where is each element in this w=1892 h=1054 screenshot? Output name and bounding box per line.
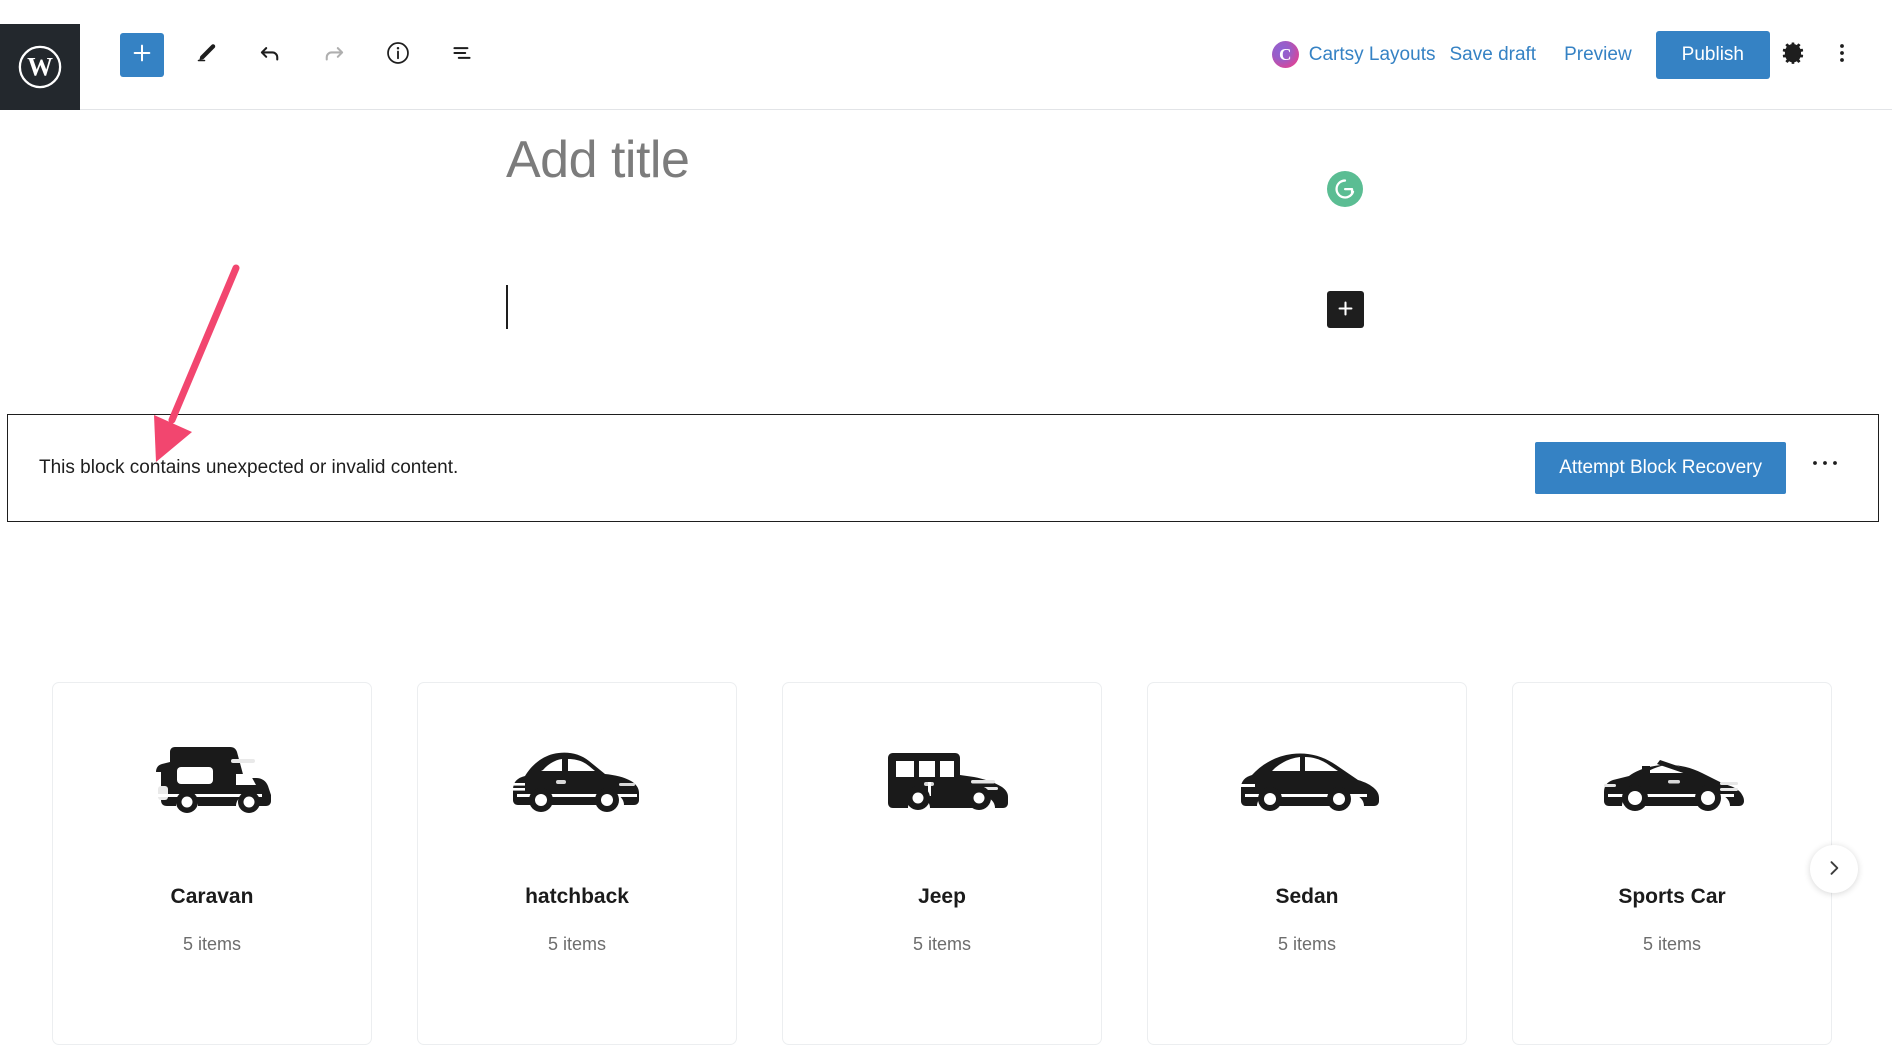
category-card-caravan[interactable]: Caravan 5 items [52,682,372,1045]
jeep-suv-icon [783,683,1101,879]
category-item-count: 5 items [1642,934,1702,954]
more-options-button[interactable] [1818,31,1866,79]
category-name: Sedan [1275,885,1339,908]
header-actions: C Cartsy Layouts Save draft Preview Publ… [1271,30,1892,79]
category-card-jeep[interactable]: Jeep 5 items [782,682,1102,1045]
redo-button[interactable] [312,33,356,77]
cartsy-logo-icon: C [1271,41,1299,68]
category-name: Sports Car [1618,885,1726,908]
post-title-input[interactable]: Add title [506,130,690,190]
hatchback-car-icon [418,683,736,879]
category-name: Caravan [170,885,254,908]
kebab-menu-icon [1831,40,1853,69]
category-name: Jeep [918,885,966,908]
undo-button[interactable] [248,33,292,77]
preview-button[interactable]: Preview [1550,36,1646,74]
info-circle-icon [385,40,411,69]
category-card-hatchback[interactable]: hatchback 5 items [417,682,737,1045]
cartsy-layouts-label: Cartsy Layouts [1308,43,1436,65]
invalid-block-actions: Attempt Block Recovery [1535,442,1850,494]
svg-text:W: W [27,53,53,82]
wordpress-logo-button[interactable]: W [0,24,80,110]
save-draft-button[interactable]: Save draft [1435,36,1550,74]
category-card-sports-car[interactable]: Sports Car 5 items [1512,682,1832,1045]
settings-button[interactable] [1770,31,1818,79]
paragraph-text-caret[interactable] [506,285,508,329]
category-item-count: 5 items [547,934,607,954]
editor-canvas: Add title This block contains unexpected… [0,110,1892,1045]
block-inserter-button[interactable] [1327,291,1364,328]
details-button[interactable] [376,33,420,77]
publish-button[interactable]: Publish [1655,30,1770,79]
invalid-block-warning[interactable]: This block contains unexpected or invali… [7,414,1879,522]
sedan-car-icon [1148,683,1466,879]
list-view-button[interactable] [440,33,484,77]
edit-mode-button[interactable] [184,33,228,77]
invalid-block-message: This block contains unexpected or invali… [39,457,459,478]
editor-toolbar [120,32,484,77]
grammarly-g-icon[interactable] [1327,171,1363,207]
category-item-count: 5 items [1277,934,1337,954]
cartsy-layouts-button[interactable]: C Cartsy Layouts [1271,41,1436,68]
plus-icon [131,42,153,67]
category-carousel: Caravan 5 items hatchback 5 items Jeep 5… [0,682,1892,1054]
plus-icon [1336,299,1355,321]
category-item-count: 5 items [912,934,972,954]
gear-icon [1781,40,1807,69]
redo-arrow-icon [321,40,347,69]
chevron-right-icon [1824,858,1844,881]
category-name: hatchback [525,885,629,908]
caravan-icon [53,683,371,879]
editor-header: W C Cartsy Layouts Save draft Preview Pu… [0,0,1892,110]
pencil-icon [194,41,218,68]
category-item-count: 5 items [182,934,242,954]
carousel-next-button[interactable] [1810,845,1858,893]
undo-arrow-icon [257,40,283,69]
category-card-sedan[interactable]: Sedan 5 items [1147,682,1467,1045]
wordpress-logo-icon: W [17,44,63,90]
ellipsis-horizontal-icon[interactable] [1800,443,1850,493]
add-block-button[interactable] [120,32,164,77]
convertible-sports-car-icon [1513,683,1831,879]
document-outline-icon [449,40,475,69]
attempt-block-recovery-button[interactable]: Attempt Block Recovery [1535,442,1786,494]
